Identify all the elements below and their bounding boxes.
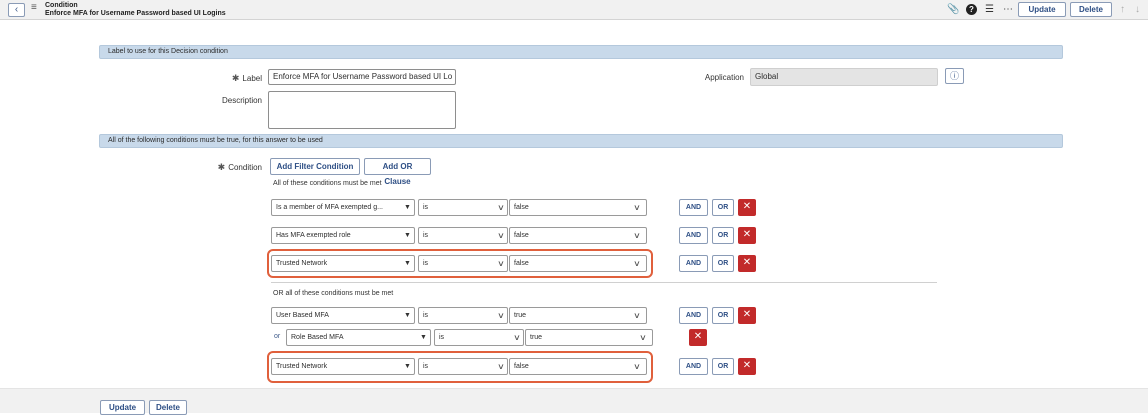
caret-down-icon: ▼ [404,204,411,211]
close-icon: ✕ [742,257,752,268]
condition-value-select[interactable]: false [509,227,647,244]
description-input[interactable] [268,91,456,129]
condition-field-select[interactable]: Trusted Network [271,255,415,272]
chevron-down-icon: ∨ [633,311,641,320]
condition-operator-select[interactable]: is [418,255,508,272]
and-button[interactable]: AND [679,199,708,216]
caret-down-icon: ▼ [404,312,411,319]
form-header: ‹ ≡ Condition Enforce MFA for Username P… [0,0,1148,20]
close-icon: ✕ [742,360,752,371]
description-field-label: Description [221,96,262,105]
close-icon: ✕ [742,201,752,212]
delete-condition-button[interactable]: ✕ [738,307,756,324]
chevron-down-icon: ∨ [497,362,505,371]
application-field-label: Application [704,73,744,82]
settings-icon[interactable]: ☰ [985,3,994,17]
condition-field-select[interactable]: Is a member of MFA exempted g... [271,199,415,216]
condition-operator-select[interactable]: is [418,358,508,375]
required-icon: ✱ [217,162,226,172]
paperclip-icon[interactable]: 📎 [947,3,959,17]
close-icon: ✕ [742,309,752,320]
chevron-down-icon: ∨ [513,333,521,342]
chevron-down-icon: ∨ [633,231,641,240]
section-header-label: Label to use for this Decision condition [99,45,1063,59]
hamburger-icon[interactable]: ≡ [31,2,37,13]
condition-value-select[interactable]: false [509,199,647,216]
delete-condition-button[interactable]: ✕ [738,358,756,375]
chevron-down-icon: ∨ [497,259,505,268]
label-input[interactable]: Enforce MFA for Username Password based … [268,69,456,85]
chevron-down-icon: ∨ [497,311,505,320]
delete-condition-button[interactable]: ✕ [738,227,756,244]
condition-field-select[interactable]: Has MFA exempted role [271,227,415,244]
or-button[interactable]: OR [712,255,734,272]
or-prefix-label: or [274,333,281,340]
caret-down-icon: ▼ [404,232,411,239]
add-filter-condition-button[interactable]: Add Filter Condition [270,158,360,175]
required-icon: ✱ [231,73,240,83]
chevron-down-icon: ∨ [633,362,641,371]
record-type-title: Condition [45,2,78,9]
chevron-down-icon: ∨ [639,333,647,342]
delete-button[interactable]: Delete [1070,2,1112,17]
section-header-conditions: All of the following conditions must be … [99,134,1063,148]
condition-operator-select[interactable]: is [418,199,508,216]
or-button[interactable]: OR [712,199,734,216]
delete-condition-button[interactable]: ✕ [738,199,756,216]
condition-field-label: ✱ Condition [217,162,262,172]
condition-value-select[interactable]: true [509,307,647,324]
and-button[interactable]: AND [679,358,708,375]
condition-operator-select[interactable]: is [434,329,524,346]
delete-condition-button[interactable]: ✕ [738,255,756,272]
info-icon[interactable]: ⓘ [945,68,964,84]
record-name-title: Enforce MFA for Username Password based … [45,10,226,17]
and-button[interactable]: AND [679,255,708,272]
group-divider [271,282,937,283]
caret-down-icon: ▼ [404,260,411,267]
and-button[interactable]: AND [679,307,708,324]
label-field-label: ✱ Label [231,73,262,83]
chevron-down-icon: ∨ [497,203,505,212]
condition-field-select[interactable]: Role Based MFA [286,329,431,346]
condition-value-select[interactable]: false [509,255,647,272]
update-button[interactable]: Update [1018,2,1066,17]
arrow-up-icon[interactable]: ↑ [1120,3,1125,17]
add-or-clause-button[interactable]: Add OR Clause [364,158,431,186]
or-button[interactable]: OR [712,227,734,244]
group2-heading: OR all of these conditions must be met [273,290,394,297]
chevron-down-icon: ∨ [633,259,641,268]
condition-value-select[interactable]: false [509,358,647,375]
condition-field-select[interactable]: Trusted Network [271,358,415,375]
back-button[interactable]: ‹ [8,3,25,17]
help-icon[interactable]: ? [966,4,977,15]
condition-field-select[interactable]: User Based MFA [271,307,415,324]
and-button[interactable]: AND [679,227,708,244]
group1-heading: All of these conditions must be met [273,180,382,187]
arrow-down-icon[interactable]: ↓ [1135,3,1140,17]
chevron-down-icon: ∨ [633,203,641,212]
delete-condition-button[interactable]: ✕ [689,329,707,346]
condition-operator-select[interactable]: is [418,227,508,244]
caret-down-icon: ▼ [404,363,411,370]
caret-down-icon: ▼ [420,334,427,341]
chevron-down-icon: ∨ [497,231,505,240]
application-input: Global [750,68,938,86]
or-button[interactable]: OR [712,358,734,375]
close-icon: ✕ [742,229,752,240]
close-icon: ✕ [693,331,703,342]
chevron-left-icon: ‹ [14,4,19,15]
more-icon[interactable]: ⋯ [1003,3,1014,17]
or-button[interactable]: OR [712,307,734,324]
condition-operator-select[interactable]: is [418,307,508,324]
condition-value-select[interactable]: true [525,329,653,346]
